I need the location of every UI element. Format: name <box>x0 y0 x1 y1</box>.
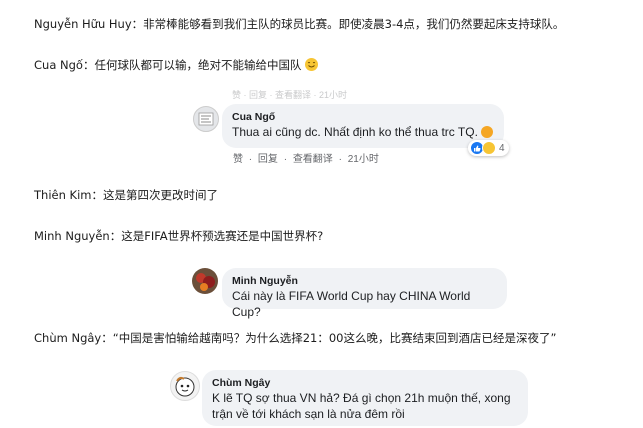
comment-translation: 这是第四次更改时间了 <box>102 188 218 202</box>
commenter-name: Cua Ngố <box>34 58 83 72</box>
comment-line-5: Chùm Ngây：“中国是害怕输给越南吗？为什么选择21：00这么晚，比赛结束… <box>34 331 557 345</box>
comment-actions: 赞 · 回复 · 查看翻译 · 21小时 <box>233 154 379 165</box>
haha-reaction-icon <box>482 141 496 155</box>
comment-text: Thua ai cũng dc. Nhất định ko thể thua t… <box>232 124 494 140</box>
comment-author[interactable]: Chùm Ngây <box>212 376 518 390</box>
comment-line-1: Nguyễn Hữu Huy：非常棒能够看到我们主队的球员比赛。即使凌晨3-4点… <box>34 17 565 31</box>
like-link[interactable]: 赞 <box>233 154 243 165</box>
reaction-count: 4 <box>499 142 505 154</box>
smiling-emoji-icon <box>305 58 319 71</box>
commenter-name: Chùm Ngây <box>34 331 102 345</box>
comment-bubble-minh: Minh Nguyễn Cái này là FIFA World Cup ha… <box>222 268 507 319</box>
reply-link[interactable]: 回复 <box>258 154 278 165</box>
commenter-name: Minh Nguyễn <box>34 229 110 243</box>
comment-line-3: Thiên Kim：这是第四次更改时间了 <box>34 188 218 202</box>
timestamp[interactable]: 21小时 <box>348 154 379 165</box>
reaction-summary[interactable]: 4 <box>468 140 509 156</box>
avatar[interactable] <box>193 106 219 132</box>
comment-text: Cái này là FIFA World Cup hay CHINA Worl… <box>232 289 471 319</box>
comment-translation: 非常棒能够看到我们主队的球员比赛。即使凌晨3-4点，我们仍然要起床支持球队。 <box>143 17 565 31</box>
commenter-name: Nguyễn Hữu Huy <box>34 17 132 31</box>
comment-translation: “中国是害怕输给越南吗？为什么选择21：00这么晚，比赛结束回到酒店已经是深夜了… <box>112 331 557 345</box>
comment-line-4: Minh Nguyễn：这是FIFA世界杯预选赛还是中国世界杯? <box>34 229 324 243</box>
comment-text-line-1: K lẽ TQ sợ thua VN hả? Đá gì chọn 21h mu… <box>212 391 511 405</box>
commenter-name: Thiên Kim <box>34 188 92 202</box>
faded-comment-actions: 赞 · 回复 · 查看翻译 · 21小时 <box>232 90 348 100</box>
comment-bubble-chum: Chùm Ngây K lẽ TQ sợ thua VN hả? Đá gì c… <box>202 370 528 426</box>
smile-emoji-icon <box>481 126 494 138</box>
see-translation-link[interactable]: 查看翻译 <box>293 154 333 165</box>
comment-translation: 任何球队都可以输，绝对不能输给中国队 <box>94 58 302 72</box>
comment-translation: 这是FIFA世界杯预选赛还是中国世界杯? <box>121 229 324 243</box>
comment-author[interactable]: Minh Nguyễn <box>232 274 497 288</box>
comment-bubble-cua: Cua Ngố Thua ai cũng dc. Nhất định ko th… <box>222 104 504 148</box>
comment-line-2: Cua Ngố：任何球队都可以输，绝对不能输给中国队 <box>34 58 319 73</box>
comment-author[interactable]: Cua Ngố <box>232 110 494 124</box>
avatar[interactable] <box>192 268 218 294</box>
comment-text-line-2: trận về tới khách sạn là nửa đêm rồi <box>212 407 405 421</box>
avatar[interactable] <box>170 371 200 401</box>
